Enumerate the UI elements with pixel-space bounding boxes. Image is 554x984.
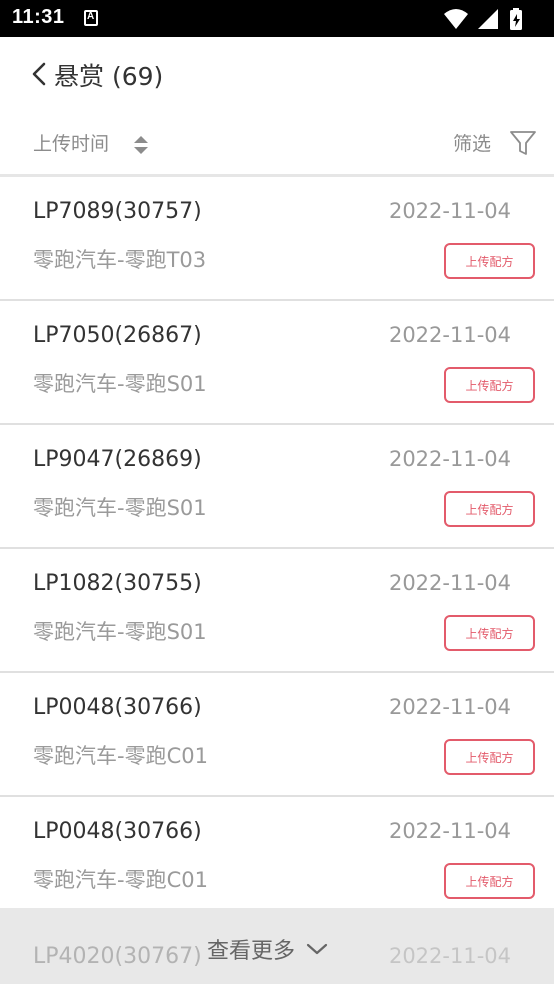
list-item[interactable]: LP1082(30755) 2022-11-04 零跑汽车-零跑S01 上传配方 xyxy=(0,549,554,673)
item-model: 零跑汽车-零跑C01 xyxy=(33,868,208,892)
item-date: 2022-11-04 xyxy=(388,944,511,968)
sort-filter-bar: 上传时间 筛选 xyxy=(0,112,554,174)
upload-formula-button[interactable]: 上传配方 xyxy=(444,243,535,279)
upload-formula-button[interactable]: 上传配方 xyxy=(444,491,535,527)
item-model: 零跑汽车-零跑C01 xyxy=(33,744,208,768)
list-item[interactable]: LP9047(26869) 2022-11-04 零跑汽车-零跑S01 上传配方 xyxy=(0,425,554,549)
item-date: 2022-11-04 xyxy=(388,199,511,223)
load-more-button[interactable]: 查看更多 xyxy=(207,932,329,966)
sort-updown-icon[interactable] xyxy=(132,134,150,156)
load-more-bar: LP4020(30767) 2022-11-04 查看更多 xyxy=(0,908,554,984)
item-date: 2022-11-04 xyxy=(388,571,511,595)
bounty-list: LP7089(30757) 2022-11-04 零跑汽车-零跑T03 上传配方… xyxy=(0,177,554,921)
item-code: LP7050(26867) xyxy=(33,323,202,348)
battery-icon xyxy=(510,8,522,30)
item-code: LP4020(30767) xyxy=(33,944,202,969)
list-item[interactable]: LP7050(26867) 2022-11-04 零跑汽车-零跑S01 上传配方 xyxy=(0,301,554,425)
item-date: 2022-11-04 xyxy=(388,323,511,347)
load-more-label: 查看更多 xyxy=(207,939,296,964)
status-icons xyxy=(442,7,542,31)
a-icon: A xyxy=(84,10,98,26)
funnel-icon[interactable] xyxy=(508,129,538,157)
item-code: LP7089(30757) xyxy=(33,199,202,224)
item-code: LP9047(26869) xyxy=(33,447,202,472)
item-model: 零跑汽车-零跑S01 xyxy=(33,496,207,520)
page-title: 悬赏 (69) xyxy=(54,62,164,91)
item-model: 零跑汽车-零跑S01 xyxy=(33,620,207,644)
filter-button-label[interactable]: 筛选 xyxy=(453,129,491,156)
upload-formula-button[interactable]: 上传配方 xyxy=(444,863,535,899)
item-date: 2022-11-04 xyxy=(388,695,511,719)
item-date: 2022-11-04 xyxy=(388,447,511,471)
status-time: 11:31 xyxy=(12,6,65,28)
list-item[interactable]: LP0048(30766) 2022-11-04 零跑汽车-零跑C01 上传配方 xyxy=(0,673,554,797)
list-item[interactable]: LP7089(30757) 2022-11-04 零跑汽车-零跑T03 上传配方 xyxy=(0,177,554,301)
item-date: 2022-11-04 xyxy=(388,819,511,843)
item-model: 零跑汽车-零跑S01 xyxy=(33,372,207,396)
status-bar: 11:31 A xyxy=(0,0,554,37)
upload-formula-button[interactable]: 上传配方 xyxy=(444,367,535,403)
upload-formula-button[interactable]: 上传配方 xyxy=(444,615,535,651)
sort-by-upload-time[interactable]: 上传时间 xyxy=(33,129,109,156)
signal-icon xyxy=(478,9,498,29)
chevron-down-icon xyxy=(306,943,328,955)
item-model: 零跑汽车-零跑T03 xyxy=(33,248,207,272)
chevron-left-icon[interactable] xyxy=(28,61,50,87)
item-code: LP0048(30766) xyxy=(33,695,202,720)
item-code: LP0048(30766) xyxy=(33,819,202,844)
upload-formula-button[interactable]: 上传配方 xyxy=(444,739,535,775)
app-header: 悬赏 (69) xyxy=(0,37,554,112)
item-code: LP1082(30755) xyxy=(33,571,202,596)
wifi-icon xyxy=(444,9,468,29)
list-item[interactable]: LP0048(30766) 2022-11-04 零跑汽车-零跑C01 上传配方 xyxy=(0,797,554,921)
